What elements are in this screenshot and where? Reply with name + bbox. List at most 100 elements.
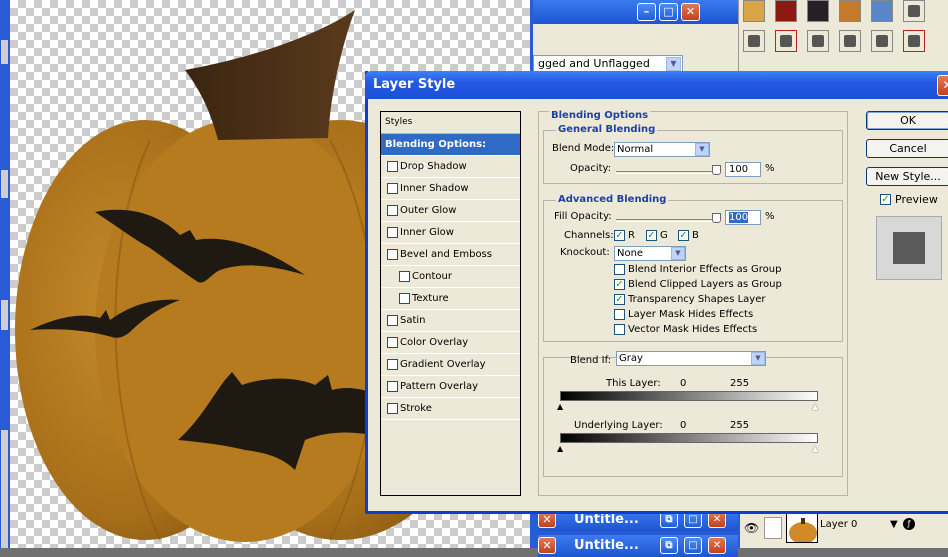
eye-icon[interactable]: 👁 xyxy=(744,521,759,535)
blend-mode-select[interactable]: Normal ▼ xyxy=(614,142,710,157)
option-checkbox[interactable] xyxy=(614,324,625,335)
style-checkbox[interactable] xyxy=(387,183,398,194)
style-item[interactable]: Bevel and Emboss xyxy=(381,244,520,266)
layer-style-dialog: Layer Style ✕ Styles Blending Options: D… xyxy=(365,71,948,514)
style-checkbox[interactable] xyxy=(387,205,398,216)
option-checkbox[interactable]: ✓ xyxy=(614,294,625,305)
preview-checkbox[interactable]: ✓ xyxy=(880,194,891,205)
this-layer-black-slider[interactable]: ▲ xyxy=(557,403,565,411)
style-item-label: Inner Glow xyxy=(400,227,454,238)
channel-b-label: B xyxy=(692,230,699,241)
this-layer-white-slider[interactable]: ▲ xyxy=(812,403,820,411)
style-swatch[interactable] xyxy=(775,30,797,52)
styles-header[interactable]: Styles xyxy=(381,112,520,134)
style-swatch[interactable] xyxy=(903,0,925,22)
style-checkbox[interactable] xyxy=(387,227,398,238)
style-item[interactable]: Pattern Overlay xyxy=(381,376,520,398)
minimized-window[interactable]: ✕ Untitle... ⧉ □ ✕ xyxy=(538,535,738,557)
blending-options-title: Blending Options xyxy=(549,110,651,121)
opacity-label: Opacity: xyxy=(570,163,612,174)
fill-opacity-slider[interactable] xyxy=(616,213,721,223)
general-blending-title: General Blending xyxy=(556,124,658,135)
fill-opacity-input[interactable]: 100 xyxy=(725,210,761,225)
style-item[interactable]: Blending Options: Default xyxy=(381,134,520,172)
new-style-button[interactable]: New Style... xyxy=(866,167,948,186)
style-swatch[interactable] xyxy=(807,30,829,52)
option-checkbox[interactable] xyxy=(614,264,625,275)
style-swatch[interactable] xyxy=(903,30,925,52)
styles-list: Styles Blending Options: Default Drop Sha… xyxy=(380,111,521,496)
style-swatch[interactable] xyxy=(871,0,893,22)
fill-opacity-label: Fill Opacity: xyxy=(554,211,612,222)
option-label: Layer Mask Hides Effects xyxy=(628,309,754,320)
fx-icon[interactable]: ƒ xyxy=(903,518,915,530)
blend-if-value: Gray xyxy=(619,353,643,364)
channel-b-checkbox[interactable]: ✓ xyxy=(678,230,689,241)
option-label: Blend Clipped Layers as Group xyxy=(628,279,782,290)
style-item[interactable]: Outer Glow xyxy=(381,200,520,222)
style-swatch[interactable] xyxy=(839,30,861,52)
option-checkbox[interactable] xyxy=(614,309,625,320)
blend-if-select[interactable]: Gray ▼ xyxy=(616,351,766,366)
minimize-button[interactable]: – xyxy=(637,3,656,21)
chevron-down-icon[interactable]: ▼ xyxy=(890,519,898,530)
style-item-label: Drop Shadow xyxy=(400,161,467,172)
slider-thumb[interactable] xyxy=(712,165,721,175)
underlying-max: 255 xyxy=(730,420,750,431)
style-swatch[interactable] xyxy=(871,30,893,52)
style-swatch[interactable] xyxy=(743,30,765,52)
style-checkbox[interactable] xyxy=(399,271,410,282)
style-checkbox[interactable] xyxy=(387,381,398,392)
frame-strip xyxy=(1,430,8,548)
style-swatch[interactable] xyxy=(775,0,797,22)
frame-strip xyxy=(1,300,8,330)
style-item[interactable]: Texture xyxy=(381,288,520,310)
style-item[interactable]: Drop Shadow xyxy=(381,156,520,178)
underlying-black-slider[interactable]: ▲ xyxy=(557,445,565,453)
style-item[interactable]: Stroke xyxy=(381,398,520,420)
close-button[interactable]: ✕ xyxy=(937,75,948,96)
style-item[interactable]: Contour xyxy=(381,266,520,288)
style-checkbox[interactable] xyxy=(387,161,398,172)
style-swatch[interactable] xyxy=(807,0,829,22)
blending-options-panel: Blending Options General Blending Blend … xyxy=(538,110,848,496)
channel-r-checkbox[interactable]: ✓ xyxy=(614,230,625,241)
close-button[interactable]: ✕ xyxy=(708,537,726,554)
opacity-input[interactable]: 100 xyxy=(725,162,761,177)
knockout-select[interactable]: None ▼ xyxy=(614,246,686,261)
style-item[interactable]: Satin xyxy=(381,310,520,332)
style-item[interactable]: Color Overlay xyxy=(381,332,520,354)
layer-link-box[interactable] xyxy=(764,517,782,539)
channel-g-checkbox[interactable]: ✓ xyxy=(646,230,657,241)
style-checkbox[interactable] xyxy=(399,293,410,304)
style-swatch[interactable] xyxy=(839,0,861,22)
style-item[interactable]: Inner Glow xyxy=(381,222,520,244)
fill-opacity-value: 100 xyxy=(729,212,749,223)
style-checkbox[interactable] xyxy=(387,359,398,370)
style-checkbox[interactable] xyxy=(387,249,398,260)
maximize-button[interactable]: □ xyxy=(659,3,678,21)
opacity-slider[interactable] xyxy=(616,165,721,175)
ok-button[interactable]: OK xyxy=(866,111,948,130)
maximize-button[interactable]: □ xyxy=(684,537,702,554)
style-checkbox[interactable] xyxy=(387,337,398,348)
style-item[interactable]: Inner Shadow xyxy=(381,178,520,200)
flag-filter-value: gged and Unflagged xyxy=(538,57,650,70)
slider-thumb[interactable] xyxy=(712,213,721,223)
style-checkbox[interactable] xyxy=(387,403,398,414)
option-checkbox[interactable]: ✓ xyxy=(614,279,625,290)
style-item-label: Stroke xyxy=(400,403,432,414)
underlying-white-slider[interactable]: ▲ xyxy=(812,445,820,453)
layers-panel-row[interactable]: 👁 Layer 0 ▼ ƒ xyxy=(740,508,948,548)
style-item[interactable]: Gradient Overlay xyxy=(381,354,520,376)
close-button[interactable]: ✕ xyxy=(681,3,700,21)
style-swatch[interactable] xyxy=(743,0,765,22)
dialog-titlebar: Layer Style ✕ xyxy=(365,71,948,99)
restore-button[interactable]: ⧉ xyxy=(660,537,678,554)
style-checkbox[interactable] xyxy=(387,315,398,326)
pumpkin-stem xyxy=(185,10,355,140)
cancel-button[interactable]: Cancel xyxy=(866,139,948,158)
style-preview xyxy=(876,216,942,280)
close-icon[interactable]: ✕ xyxy=(538,537,556,554)
knockout-value: None xyxy=(617,248,644,259)
